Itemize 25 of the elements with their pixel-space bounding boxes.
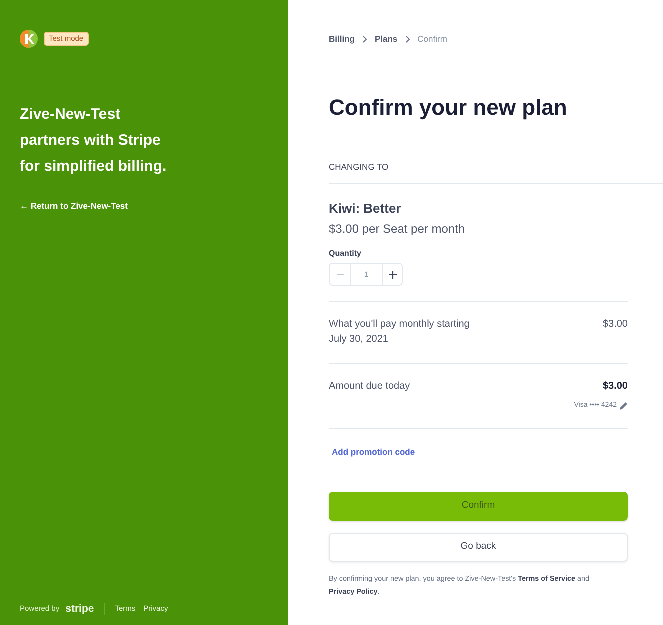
breadcrumb-link[interactable]: Plans xyxy=(374,32,398,46)
amount-due-value: $3.00 xyxy=(602,380,628,394)
return-link[interactable]: ← Return to Zive-New-Test xyxy=(20,200,128,212)
go-back-button[interactable]: Go back xyxy=(329,533,628,562)
chevron-icon xyxy=(362,36,367,42)
confirm-button[interactable]: Confirm xyxy=(329,492,628,521)
plan-name: Kiwi: Better xyxy=(329,201,402,217)
recurring-date: July 30, 2021 xyxy=(329,333,390,347)
amount-due-label: Amount due today xyxy=(329,380,410,394)
breadcrumb-link[interactable]: Confirm xyxy=(418,32,448,46)
page-title: Confirm your new plan xyxy=(329,94,568,122)
pencil-icon[interactable] xyxy=(620,402,628,410)
breadcrumb-link[interactable]: Billing xyxy=(329,32,355,46)
add-promotion-code-link[interactable]: Add promotion code xyxy=(332,446,416,458)
recurring-amount: $3.00 xyxy=(602,318,628,332)
plus-icon xyxy=(388,270,396,278)
recurring-label: What you'll pay monthly starting xyxy=(329,318,470,332)
minus-icon xyxy=(336,274,344,275)
logo-icon xyxy=(20,30,38,48)
quantity-label: Quantity xyxy=(329,249,362,259)
chevron-icon xyxy=(406,36,410,42)
stripe-logo[interactable]: stripe xyxy=(66,603,94,615)
plan-price: $3.00 per Seat per month xyxy=(329,221,466,237)
section-label: CHANGING TO xyxy=(329,161,390,173)
headline: Zive-New-Test partners with Stripe for simplified billing. xyxy=(20,105,168,177)
